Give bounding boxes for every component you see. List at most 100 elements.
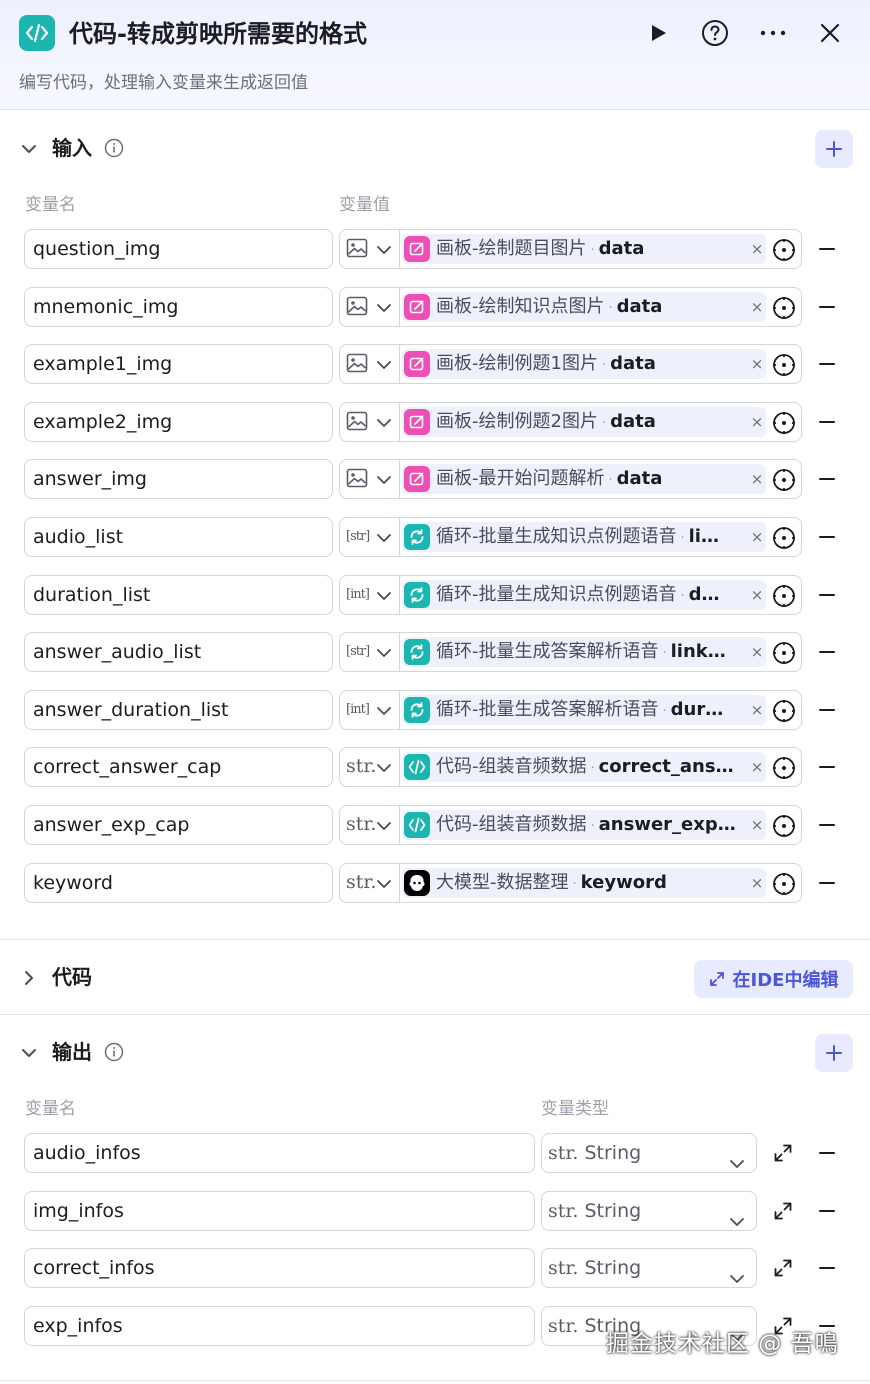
clear-reference-icon[interactable]: × bbox=[748, 470, 766, 488]
output-name-input[interactable]: exp_infos bbox=[24, 1306, 535, 1347]
clear-reference-icon[interactable]: × bbox=[748, 355, 766, 373]
remove-row-minus-icon[interactable] bbox=[817, 1258, 837, 1278]
reference-tag[interactable]: 循环-批量生成答案解析语音 · dur… × bbox=[402, 694, 766, 725]
select-reference-target-icon[interactable] bbox=[772, 872, 796, 896]
variable-name-input[interactable]: answer_audio_list bbox=[24, 632, 333, 673]
select-reference-target-icon[interactable] bbox=[772, 296, 796, 320]
variable-type-select[interactable]: str. bbox=[340, 863, 400, 902]
input-row: mnemonic_img 画板-绘制知识点图片 · data × bbox=[0, 286, 870, 327]
variable-name-input[interactable]: audio_list bbox=[24, 517, 333, 557]
reference-tag[interactable]: 大模型-数据整理 · keyword × bbox=[402, 867, 766, 898]
close-button[interactable] bbox=[813, 16, 847, 50]
clear-reference-icon[interactable]: × bbox=[748, 643, 766, 661]
select-reference-target-icon[interactable] bbox=[772, 526, 796, 550]
clear-reference-icon[interactable]: × bbox=[748, 816, 766, 834]
run-button[interactable] bbox=[641, 16, 675, 50]
variable-name-input[interactable]: answer_duration_list bbox=[24, 689, 333, 730]
info-icon[interactable] bbox=[104, 138, 124, 158]
expand-icon[interactable] bbox=[773, 1143, 793, 1163]
variable-type-select[interactable] bbox=[340, 287, 400, 326]
variable-name-input[interactable]: example1_img bbox=[24, 344, 333, 385]
variable-type-select[interactable] bbox=[340, 402, 400, 441]
remove-row-minus-icon[interactable] bbox=[817, 412, 837, 432]
remove-row-minus-icon[interactable] bbox=[817, 700, 837, 720]
variable-type-select[interactable]: [int] bbox=[340, 690, 400, 729]
add-input-button[interactable] bbox=[815, 130, 853, 168]
reference-tag[interactable]: 画板-绘制知识点图片 · data × bbox=[402, 291, 766, 322]
expand-icon[interactable] bbox=[773, 1201, 793, 1221]
remove-row-minus-icon[interactable] bbox=[817, 527, 837, 547]
clear-reference-icon[interactable]: × bbox=[748, 586, 766, 604]
variable-name-input[interactable]: keyword bbox=[24, 862, 333, 903]
remove-row-minus-icon[interactable] bbox=[817, 1143, 837, 1163]
select-reference-target-icon[interactable] bbox=[772, 468, 796, 492]
output-type-select[interactable]: str. String bbox=[541, 1248, 757, 1289]
expand-code-chevron-icon[interactable] bbox=[20, 969, 38, 987]
collapse-output-chevron-icon[interactable] bbox=[20, 1044, 38, 1062]
remove-row-minus-icon[interactable] bbox=[817, 239, 837, 259]
output-name-input[interactable]: img_infos bbox=[24, 1190, 535, 1231]
node-title[interactable]: 代码-转成剪映所需要的格式 bbox=[69, 16, 367, 52]
variable-name-input[interactable]: answer_img bbox=[24, 459, 333, 500]
clear-reference-icon[interactable]: × bbox=[748, 528, 766, 546]
clear-reference-icon[interactable]: × bbox=[748, 413, 766, 431]
variable-type-select[interactable] bbox=[340, 345, 400, 384]
select-reference-target-icon[interactable] bbox=[772, 353, 796, 377]
select-reference-target-icon[interactable] bbox=[772, 411, 796, 435]
info-icon[interactable] bbox=[104, 1042, 124, 1062]
remove-row-minus-icon[interactable] bbox=[817, 1201, 837, 1221]
variable-name-input[interactable]: question_img bbox=[24, 229, 333, 269]
edit-in-ide-button[interactable]: 在IDE中编辑 bbox=[694, 960, 853, 998]
variable-type-select[interactable]: [str] bbox=[340, 518, 400, 556]
variable-type-select[interactable] bbox=[340, 460, 400, 499]
reference-tag[interactable]: 循环-批量生成知识点例题语音 · li… × bbox=[402, 522, 766, 552]
variable-type-select[interactable]: [int] bbox=[340, 575, 400, 614]
collapse-input-chevron-icon[interactable] bbox=[20, 140, 38, 158]
reference-tag[interactable]: 代码-组装音频数据 · correct_ans… × bbox=[402, 752, 766, 783]
variable-name-input[interactable]: example2_img bbox=[24, 401, 333, 442]
reference-tag[interactable]: 循环-批量生成答案解析语音 · link… × bbox=[402, 637, 766, 668]
remove-row-minus-icon[interactable] bbox=[817, 297, 837, 317]
output-name-input[interactable]: audio_infos bbox=[24, 1133, 535, 1173]
clear-reference-icon[interactable]: × bbox=[748, 701, 766, 719]
reference-tag[interactable]: 画板-绘制例题2图片 · data × bbox=[402, 406, 766, 437]
variable-type-select[interactable]: str. bbox=[340, 748, 400, 787]
remove-row-minus-icon[interactable] bbox=[817, 815, 837, 835]
expand-icon[interactable] bbox=[773, 1258, 793, 1278]
variable-name-input[interactable]: answer_exp_cap bbox=[24, 805, 333, 845]
clear-reference-icon[interactable]: × bbox=[748, 240, 766, 258]
remove-row-minus-icon[interactable] bbox=[817, 585, 837, 605]
remove-row-minus-icon[interactable] bbox=[817, 757, 837, 777]
reference-tag[interactable]: 画板-绘制题目图片 · data × bbox=[402, 234, 766, 264]
variable-type-select[interactable]: str. bbox=[340, 806, 400, 844]
variable-type-select[interactable]: [str] bbox=[340, 633, 400, 672]
output-name-input[interactable]: correct_infos bbox=[24, 1248, 535, 1289]
remove-row-minus-icon[interactable] bbox=[817, 469, 837, 489]
output-type-select[interactable]: str. String bbox=[541, 1133, 757, 1173]
output-type-select[interactable]: str. String bbox=[541, 1190, 757, 1231]
clear-reference-icon[interactable]: × bbox=[748, 298, 766, 316]
select-reference-target-icon[interactable] bbox=[772, 238, 796, 262]
add-output-button[interactable] bbox=[815, 1034, 853, 1072]
remove-row-minus-icon[interactable] bbox=[817, 354, 837, 374]
variable-name-input[interactable]: mnemonic_img bbox=[24, 286, 333, 327]
variable-type-select[interactable] bbox=[340, 230, 400, 268]
clear-reference-icon[interactable]: × bbox=[748, 758, 766, 776]
remove-row-minus-icon[interactable] bbox=[817, 873, 837, 893]
node-description[interactable]: 编写代码，处理输入变量来生成返回值 bbox=[19, 68, 308, 93]
remove-row-minus-icon[interactable] bbox=[817, 642, 837, 662]
reference-tag[interactable]: 画板-绘制例题1图片 · data × bbox=[402, 349, 766, 380]
select-reference-target-icon[interactable] bbox=[772, 756, 796, 780]
reference-tag[interactable]: 画板-最开始问题解析 · data × bbox=[402, 464, 766, 495]
help-button[interactable] bbox=[698, 16, 732, 50]
more-button[interactable] bbox=[756, 16, 790, 50]
variable-name-input[interactable]: correct_answer_cap bbox=[24, 747, 333, 788]
variable-name-input[interactable]: duration_list bbox=[24, 574, 333, 615]
select-reference-target-icon[interactable] bbox=[772, 584, 796, 608]
select-reference-target-icon[interactable] bbox=[772, 814, 796, 838]
select-reference-target-icon[interactable] bbox=[772, 699, 796, 723]
clear-reference-icon[interactable]: × bbox=[748, 874, 766, 892]
reference-tag[interactable]: 循环-批量生成知识点例题语音 · d… × bbox=[402, 579, 766, 610]
select-reference-target-icon[interactable] bbox=[772, 641, 796, 665]
reference-tag[interactable]: 代码-组装音频数据 · answer_exp… × bbox=[402, 810, 766, 840]
